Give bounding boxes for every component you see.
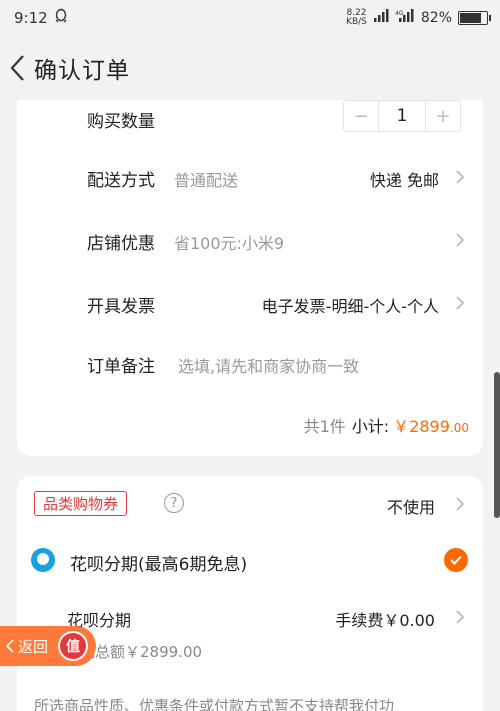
subtotal-decimal: .00 xyxy=(449,421,469,435)
back-button[interactable] xyxy=(6,52,30,84)
subtotal-price: ￥2899 xyxy=(393,417,450,436)
status-right: 8.22 KB/S 4G 82% xyxy=(346,9,491,27)
svg-text:4G: 4G xyxy=(395,10,404,17)
huabei-title[interactable]: 花呗分期(最高6期免息) xyxy=(70,550,247,575)
chevron-right-icon xyxy=(456,610,465,624)
chevron-right-icon xyxy=(456,170,465,184)
coupon-value[interactable]: 不使用 xyxy=(387,494,435,518)
shipping-row[interactable]: 配送方式 普通配送 快递 免邮 xyxy=(17,162,483,192)
status-time: 9:12 xyxy=(14,9,48,27)
subtotal-label: 小计: xyxy=(351,417,390,436)
invoice-value: 电子发票-明细-个人-个人 xyxy=(261,297,439,316)
qq-icon xyxy=(54,8,68,28)
increase-button[interactable]: + xyxy=(426,101,460,131)
discount-label: 店铺优惠 xyxy=(87,234,155,254)
quantity-label: 购买数量 xyxy=(87,112,155,132)
scroll-indicator[interactable] xyxy=(494,372,500,518)
chevron-right-icon xyxy=(456,233,465,247)
huabei-icon xyxy=(31,548,55,572)
discount-row[interactable]: 店铺优惠 省100元:小米9 xyxy=(17,225,483,255)
installment-fee[interactable]: 手续费￥0.00 xyxy=(335,607,435,631)
subtotal-count: 共1件 xyxy=(303,417,346,436)
chevron-right-icon xyxy=(456,497,465,511)
chevron-left-icon xyxy=(6,639,14,653)
shipping-value: 普通配送 xyxy=(174,171,239,190)
check-icon[interactable] xyxy=(444,548,468,572)
chevron-right-icon xyxy=(456,296,465,310)
status-bar: 9:12 8.22 KB/S 4G 82% xyxy=(0,0,500,36)
decrease-button[interactable]: − xyxy=(344,101,378,131)
zhi-badge-icon: 值 xyxy=(58,631,88,661)
floating-back-label: 返回 xyxy=(18,637,49,656)
payment-card: 品类购物券 ? 不使用 花呗分期(最高6期免息) 花呗分期 手续费￥0.00 期… xyxy=(17,476,483,711)
note-row[interactable]: 订单备注 选填,请先和商家协商一致 xyxy=(17,348,483,378)
header: 确认订单 xyxy=(0,36,500,100)
status-left: 9:12 xyxy=(14,8,68,28)
page-title: 确认订单 xyxy=(34,58,130,84)
back-arrow-icon xyxy=(10,55,24,81)
speed-unit: KB/S xyxy=(346,17,367,27)
quantity-value[interactable]: 1 xyxy=(378,101,426,131)
battery-icon xyxy=(458,11,491,25)
installment-total: 期总额￥2899.00 xyxy=(80,643,203,661)
coupon-tag[interactable]: 品类购物券 xyxy=(34,491,128,516)
order-card: 购买数量 − 1 + 配送方式 普通配送 快递 免邮 店铺优惠 省100元:小米… xyxy=(17,100,483,456)
shipping-label: 配送方式 xyxy=(87,171,155,191)
quantity-stepper: − 1 + xyxy=(343,100,461,132)
invoice-label: 开具发票 xyxy=(87,297,155,317)
note-input[interactable]: 选填,请先和商家协商一致 xyxy=(178,353,359,377)
battery-percent: 82% xyxy=(420,10,452,26)
subtotal: 共1件 小计: ￥2899 .00 xyxy=(304,413,469,437)
network-speed: 8.22 KB/S xyxy=(346,9,367,27)
bottom-note: 所选商品性质、优惠条件或付款方式暂不支持帮我付功 xyxy=(34,697,395,711)
quantity-row: 购买数量 − 1 + xyxy=(17,100,483,134)
signal-4g-icon: 4G xyxy=(395,9,415,27)
floating-back-button[interactable]: 返回 值 xyxy=(0,626,96,666)
discount-value: 省100元:小米9 xyxy=(174,234,285,253)
battery-fill xyxy=(460,13,482,23)
help-icon[interactable]: ? xyxy=(164,493,184,513)
signal-icon xyxy=(373,9,389,27)
shipping-right: 快递 免邮 xyxy=(369,171,439,190)
invoice-row[interactable]: 开具发票 电子发票-明细-个人-个人 xyxy=(17,288,483,318)
note-label: 订单备注 xyxy=(87,357,155,377)
